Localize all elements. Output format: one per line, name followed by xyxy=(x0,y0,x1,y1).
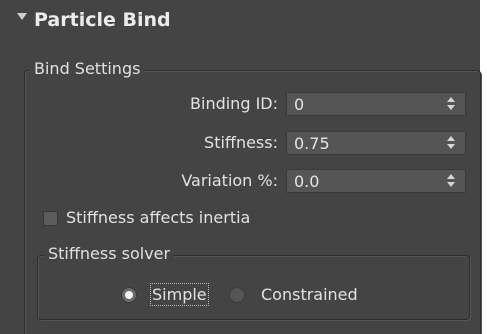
spinner-arrows-icon[interactable] xyxy=(447,174,455,188)
stiffness-label: Stiffness: xyxy=(204,133,278,152)
binding-id-spinner[interactable]: 0 xyxy=(286,92,466,116)
bind-settings-title: Bind Settings xyxy=(30,59,145,78)
variation-label: Variation %: xyxy=(181,171,278,190)
stiffness-spinner[interactable]: 0.75 xyxy=(286,131,466,155)
rollout-title[interactable]: Particle Bind xyxy=(34,9,171,31)
spinner-arrows-icon[interactable] xyxy=(447,136,455,150)
simple-radio[interactable] xyxy=(121,287,137,303)
rollout-header[interactable]: Particle Bind xyxy=(0,0,480,44)
constrained-radio-label[interactable]: Constrained xyxy=(261,285,358,304)
stiffness-inertia-checkbox[interactable] xyxy=(43,211,58,226)
stiffness-solver-title: Stiffness solver xyxy=(44,244,175,263)
binding-id-label: Binding ID: xyxy=(190,94,278,113)
stiffness-inertia-label[interactable]: Stiffness affects inertia xyxy=(66,208,250,227)
stiffness-solver-group xyxy=(37,255,470,320)
simple-radio-label[interactable]: Simple xyxy=(150,283,209,306)
particle-bind-panel: Particle Bind Bind Settings Binding ID: … xyxy=(0,0,481,334)
variation-spinner[interactable]: 0.0 xyxy=(286,169,466,193)
binding-id-value[interactable]: 0 xyxy=(294,95,304,114)
stiffness-value[interactable]: 0.75 xyxy=(294,134,330,153)
spinner-arrows-icon[interactable] xyxy=(447,97,455,111)
collapse-arrow-icon[interactable] xyxy=(17,13,27,20)
constrained-radio[interactable] xyxy=(229,287,245,303)
variation-value[interactable]: 0.0 xyxy=(294,172,319,191)
